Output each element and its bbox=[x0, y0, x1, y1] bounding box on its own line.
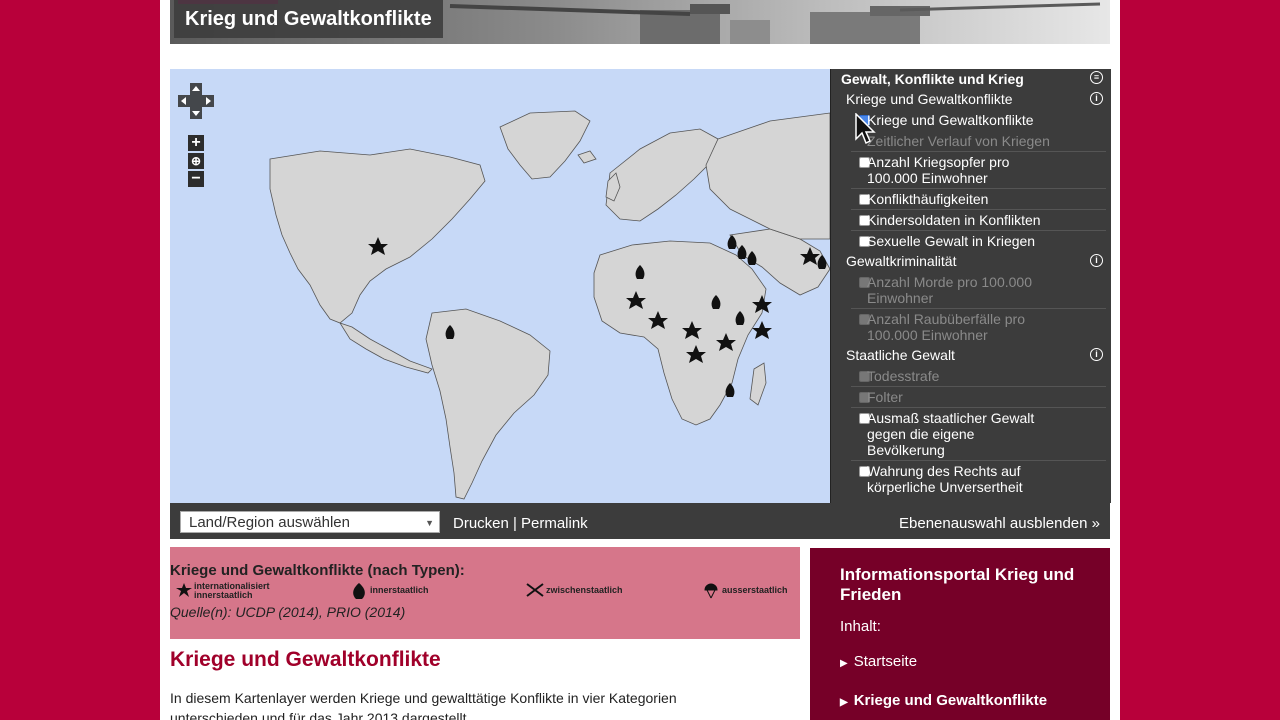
divider bbox=[851, 209, 1106, 210]
divider bbox=[851, 230, 1106, 231]
globe-icon[interactable]: ⊕ bbox=[188, 153, 204, 169]
layer-morde: Anzahl Morde pro 100.000 Einwohner bbox=[859, 274, 1089, 308]
legend-source: Quelle(n): UCDP (2014), PRIO (2014) bbox=[170, 604, 406, 620]
banner-title: Krieg und Gewaltkonflikte bbox=[174, 0, 443, 38]
north-america-shape bbox=[269, 148, 486, 324]
layer-staatliche-gewalt[interactable]: Ausmaß staatlicher Gewalt gegen die eige… bbox=[859, 410, 1089, 460]
content-text: In diesem Kartenlayer werden Kriege und … bbox=[170, 690, 677, 720]
layer-raubueberfaelle: Anzahl Raubüberfälle pro 100.000 Einwohn… bbox=[859, 311, 1089, 345]
pan-control[interactable] bbox=[178, 83, 214, 119]
map-toolbar: Land/Region auswählen ▼ Drucken | Permal… bbox=[170, 503, 1110, 539]
map-legend: Kriege und Gewaltkonflikte (nach Typen):… bbox=[170, 547, 800, 639]
triangle-right-icon: ▶ bbox=[840, 697, 848, 708]
flame-marker-icon bbox=[353, 583, 365, 599]
divider bbox=[851, 188, 1106, 189]
section-kriege[interactable]: Kriege und Gewaltkonflikte bbox=[846, 91, 1013, 107]
europe-shape bbox=[605, 128, 719, 222]
layer-kriegsopfer[interactable]: Anzahl Kriegsopfer pro 100.000 Einwohner bbox=[859, 154, 1089, 188]
info-portal-box: Informationsportal Krieg und Frieden Inh… bbox=[810, 548, 1110, 720]
parachute-icon bbox=[704, 583, 718, 599]
hide-layers-link[interactable]: Ebenenauswahl ausblenden » bbox=[899, 515, 1100, 532]
page: Krieg und Gewaltkonflikte + ⊕ − Gewalt, … bbox=[160, 0, 1120, 720]
print-link[interactable]: Drucken bbox=[453, 515, 509, 532]
triangle-right-icon: ▶ bbox=[840, 658, 848, 669]
world-map-canvas[interactable] bbox=[170, 69, 830, 503]
nav-item-kriege[interactable]: ▶ Kriege und Gewaltkonflikte bbox=[840, 692, 1047, 709]
divider bbox=[851, 460, 1106, 461]
info-icon[interactable]: i bbox=[1090, 92, 1103, 105]
info-portal-title: Informationsportal Krieg und Frieden bbox=[840, 565, 1075, 604]
crossed-swords-icon bbox=[526, 583, 544, 597]
nav-item-startseite[interactable]: ▶ Startseite bbox=[840, 653, 917, 670]
legend-title: Kriege und Gewaltkonflikte (nach Typen): bbox=[170, 562, 465, 579]
central-america-shape bbox=[339, 322, 433, 374]
info-icon[interactable]: i bbox=[1090, 348, 1103, 361]
section-gewaltkriminalitaet[interactable]: Gewaltkriminalität bbox=[846, 253, 956, 269]
madagascar-shape bbox=[749, 362, 767, 406]
iceland-shape bbox=[577, 150, 597, 164]
zoom-in-button[interactable]: + bbox=[188, 135, 204, 151]
panel-heading: Gewalt, Konflikte und Krieg bbox=[841, 71, 1024, 87]
section-staatliche-gewalt[interactable]: Staatliche Gewalt bbox=[846, 347, 955, 363]
divider bbox=[851, 407, 1106, 408]
permalink-link[interactable]: Permalink bbox=[521, 515, 588, 532]
divider bbox=[851, 308, 1106, 309]
world-map[interactable]: + ⊕ − bbox=[170, 69, 830, 503]
greenland-shape bbox=[499, 110, 591, 180]
zoom-out-button[interactable]: − bbox=[188, 171, 204, 187]
star-marker-icon bbox=[176, 583, 192, 597]
chevron-down-icon: ▼ bbox=[425, 518, 434, 528]
link-divider: | bbox=[513, 515, 517, 532]
page-banner: Krieg und Gewaltkonflikte bbox=[170, 0, 1110, 44]
divider bbox=[851, 386, 1106, 387]
region-select[interactable]: Land/Region auswählen ▼ bbox=[180, 511, 440, 533]
content-title: Kriege und Gewaltkonflikte bbox=[170, 648, 441, 671]
info-icon[interactable]: i bbox=[1090, 254, 1103, 267]
south-america-shape bbox=[425, 308, 551, 500]
menu-icon[interactable]: ≡ bbox=[1090, 71, 1103, 84]
asia-shape bbox=[705, 112, 830, 240]
info-portal-subtitle: Inhalt: bbox=[840, 618, 881, 635]
layer-unversehrtheit[interactable]: Wahrung des Rechts auf körperliche Unver… bbox=[859, 463, 1089, 497]
mouse-cursor-icon bbox=[855, 113, 876, 145]
africa-shape bbox=[593, 240, 767, 426]
divider bbox=[851, 151, 1106, 152]
